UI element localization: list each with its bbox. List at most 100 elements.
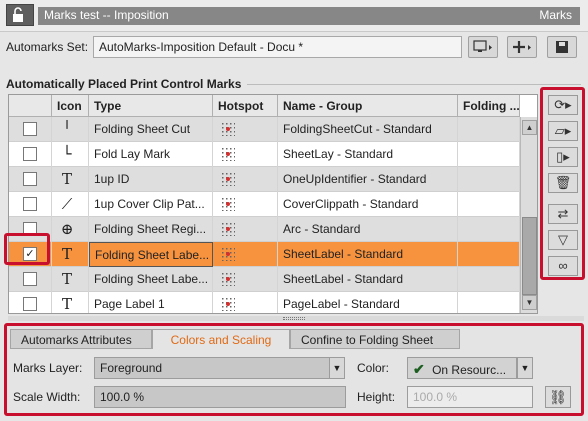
color-dropdown-icon[interactable]: ▼ <box>517 357 533 379</box>
checkbox-cell <box>9 167 52 192</box>
automarks-set-label: Automarks Set: <box>6 40 89 54</box>
add-menu-button[interactable] <box>507 36 537 58</box>
table-row[interactable]: T Page Label 1 PageLabel - Standard <box>9 292 520 313</box>
color-value: On Resourc... <box>432 363 507 377</box>
tab-colors-and-scaling[interactable]: Colors and Scaling <box>152 329 290 349</box>
checkbox-cell <box>9 267 52 292</box>
attributes-panel: Automarks Attributes Colors and Scaling … <box>4 323 584 416</box>
table-row[interactable]: T 1up ID OneUpIdentifier - Standard <box>9 167 520 192</box>
map-icon: ▱▸ <box>554 123 572 138</box>
table-row[interactable]: ⟋ 1up Cover Clip Pat... CoverClippath - St… <box>9 192 520 217</box>
save-icon <box>556 41 568 53</box>
right-toolbar: ⟳▸ ▱▸ ▯▸ 🗑 ⇄ ▽ ∞ <box>540 87 585 280</box>
hotspot-cell <box>213 217 278 242</box>
refresh-icon: ⟳▸ <box>554 97 572 112</box>
tab-confine-to-folding-sheet[interactable]: Confine to Folding Sheet <box>290 329 460 349</box>
scroll-down-arrow-icon[interactable]: ▼ <box>522 295 537 310</box>
type-cell: Folding Sheet Cut <box>89 117 213 142</box>
folding-cell <box>458 192 520 217</box>
refresh-menu-button[interactable]: ⟳▸ <box>548 95 578 115</box>
type-cell: 1up ID <box>89 167 213 192</box>
header-icon[interactable]: Icon <box>52 95 89 117</box>
checkbox-cell <box>9 192 52 217</box>
folding-cell <box>458 267 520 292</box>
type-cell: Folding Sheet Labe... <box>89 242 213 267</box>
marks-layer-select[interactable]: Foreground <box>94 357 330 379</box>
table-row[interactable]: └ Fold Lay Mark SheetLay - Standard <box>9 142 520 167</box>
trash-icon: 🗑 <box>554 175 572 190</box>
table-row[interactable]: ⊕ Folding Sheet Regi... Arc - Standard <box>9 217 520 242</box>
hotspot-cell <box>213 242 278 267</box>
icon-cell: ╵ <box>52 117 89 142</box>
header-folding[interactable]: Folding ... <box>458 95 520 117</box>
header-type[interactable]: Type <box>89 95 213 117</box>
checkbox[interactable] <box>23 297 37 311</box>
lock-icon[interactable] <box>6 4 34 26</box>
hotspot-cell <box>213 292 278 313</box>
folding-cell <box>458 142 520 167</box>
splitter-grip-icon[interactable] <box>283 317 305 320</box>
infinity-icon: ∞ <box>558 258 568 273</box>
filter-button[interactable]: ▽ <box>548 230 578 250</box>
link-scale-button[interactable]: ⛓ <box>545 386 571 408</box>
map-menu-button[interactable]: ▱▸ <box>548 121 578 141</box>
marks-layer-dropdown-icon[interactable]: ▼ <box>329 357 345 379</box>
type-cell: Folding Sheet Regi... <box>89 217 213 242</box>
color-label: Color: <box>357 361 390 375</box>
scale-width-field[interactable]: 100.0 % <box>94 386 346 408</box>
name-group-cell: SheetLabel - Standard <box>278 267 458 292</box>
icon-cell: T <box>52 167 89 192</box>
icon-cell: ⊕ <box>52 217 89 242</box>
header-hotspot[interactable]: Hotspot <box>213 95 278 117</box>
table-row[interactable]: ╵ Folding Sheet Cut FoldingSheetCut - Stan… <box>9 117 520 142</box>
name-group-cell: Arc - Standard <box>278 217 458 242</box>
automarks-set-field[interactable]: AutoMarks-Imposition Default - Docu * <box>93 36 462 58</box>
scroll-up-arrow-icon[interactable]: ▲ <box>522 120 537 135</box>
plus-icon <box>513 41 531 53</box>
monitor-menu-button[interactable] <box>468 36 498 58</box>
text-icon: T <box>61 245 72 263</box>
table-row[interactable]: ✓ T Folding Sheet Labe... SheetLabel - Stan… <box>9 242 520 267</box>
icon-cell: └ <box>52 142 89 167</box>
swap-button[interactable]: ⇄ <box>548 204 578 224</box>
marks-layer-label: Marks Layer: <box>13 361 83 375</box>
hotspot-icon <box>222 198 235 211</box>
icon-cell: T <box>52 292 89 313</box>
header-name-group[interactable]: Name - Group <box>278 95 458 117</box>
vertical-scrollbar[interactable]: ▲ ▼ <box>520 117 537 313</box>
tab-automarks-attributes[interactable]: Automarks Attributes <box>10 329 152 349</box>
hotspot-cell <box>213 267 278 292</box>
table-row[interactable]: T Folding Sheet Labe... SheetLabel - Stand… <box>9 267 520 292</box>
checkbox[interactable] <box>23 197 37 211</box>
name-group-cell: OneUpIdentifier - Standard <box>278 167 458 192</box>
name-group-cell: CoverClippath - Standard <box>278 192 458 217</box>
checkbox[interactable] <box>23 122 37 136</box>
height-field[interactable]: 100.0 % <box>407 386 533 408</box>
section-divider <box>247 84 581 85</box>
hotspot-icon <box>222 173 235 186</box>
delete-button[interactable]: 🗑 <box>548 173 578 193</box>
scroll-thumb[interactable] <box>522 217 537 295</box>
folding-cell <box>458 242 520 267</box>
checkbox[interactable] <box>23 147 37 161</box>
checkbox[interactable] <box>23 272 37 286</box>
frame-icon: ▯▸ <box>556 149 570 164</box>
text-icon: T <box>61 270 72 288</box>
icon-cell: T <box>52 267 89 292</box>
folding-cell <box>458 117 520 142</box>
folding-cut-icon: ╵ <box>62 120 72 138</box>
save-button[interactable] <box>547 36 577 58</box>
header-check[interactable] <box>9 95 52 117</box>
link-button[interactable]: ∞ <box>548 256 578 276</box>
color-select[interactable]: ✔ On Resourc... <box>407 357 517 379</box>
filter-icon: ▽ <box>558 232 568 247</box>
checkbox[interactable] <box>23 172 37 186</box>
window-title-box: Marks test -- Imposition Marks <box>38 7 580 25</box>
section-title: Automatically Placed Print Control Marks <box>6 77 242 91</box>
name-group-cell: SheetLay - Standard <box>278 142 458 167</box>
frame-menu-button[interactable]: ▯▸ <box>548 147 578 167</box>
name-group-cell: FoldingSheetCut - Standard <box>278 117 458 142</box>
height-label: Height: <box>357 390 396 404</box>
folding-cell <box>458 167 520 192</box>
magic-wand-icon: ⟋ <box>61 195 73 213</box>
